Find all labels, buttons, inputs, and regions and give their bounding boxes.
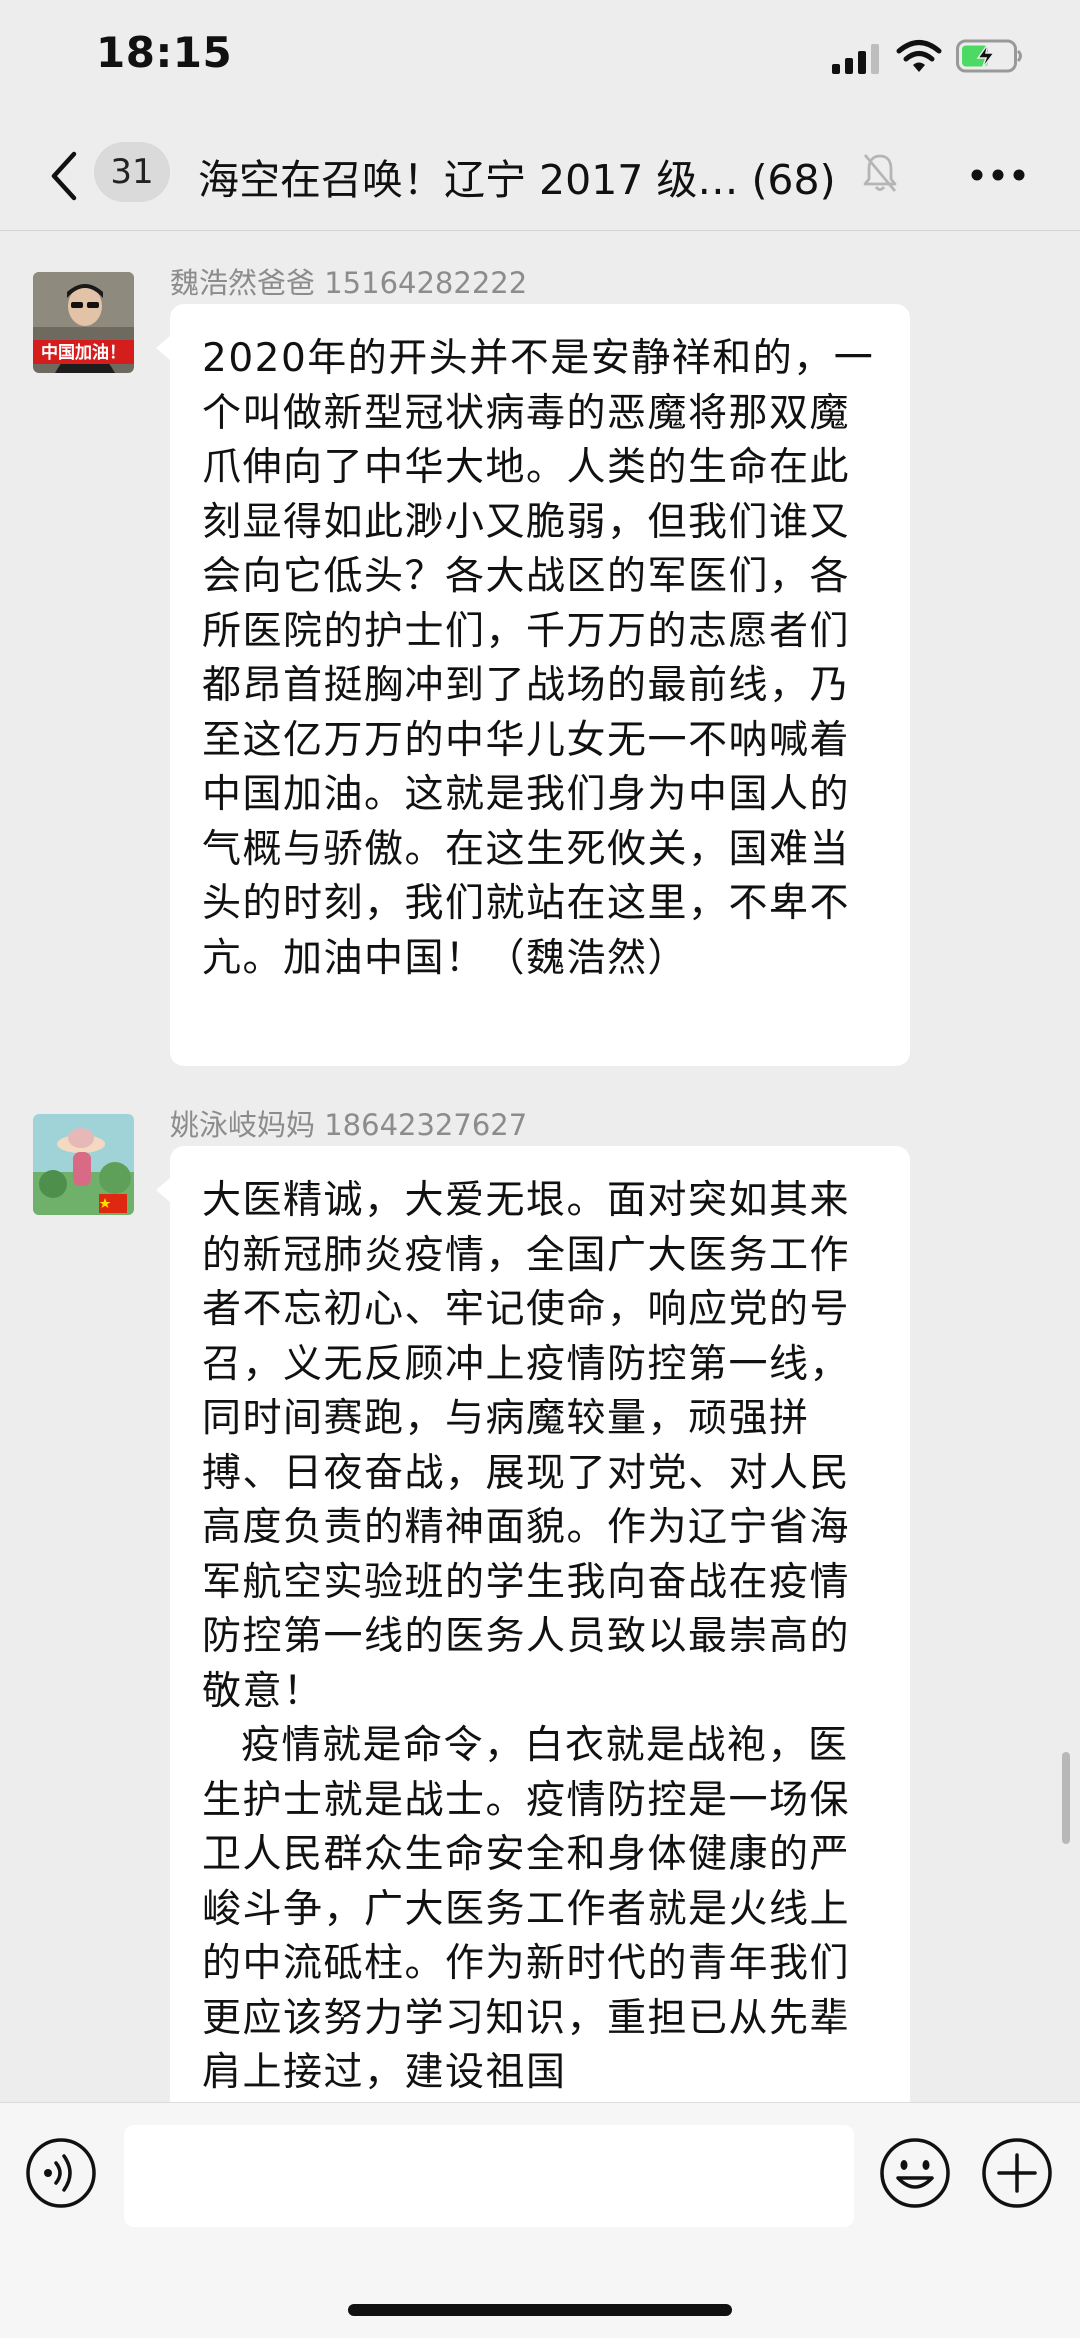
input-bar <box>0 2102 1080 2338</box>
message-text: 2020年的开头并不是安静祥和的，一个叫做新型冠状病毒的恶魔将那双魔爪伸向了中华… <box>202 336 875 981</box>
plus-icon[interactable] <box>980 2136 1054 2210</box>
voice-icon[interactable] <box>24 2136 98 2210</box>
message-input[interactable] <box>124 2125 854 2227</box>
back-arrow-icon[interactable] <box>44 148 84 204</box>
avatar-caption: 中国加油！ <box>41 342 126 363</box>
avatar[interactable] <box>33 1114 134 1215</box>
scrollbar-thumb[interactable] <box>1062 1752 1070 1844</box>
emoji-icon[interactable] <box>878 2136 952 2210</box>
home-indicator[interactable] <box>348 2304 732 2316</box>
sender-name: 魏浩然爸爸 15164282222 <box>170 266 528 300</box>
avatar-photo-icon: 中国加油！ <box>33 272 134 373</box>
message-text: 疫情就是命令，白衣就是战袍，医生护士就是战士。疫情防控是一场保卫人民群众生命安全… <box>202 1723 851 2095</box>
status-time: 18:15 <box>96 28 233 77</box>
chat-title: 海空在召唤！辽宁 2017 级… (68) <box>198 156 836 204</box>
sender-name: 姚泳岐妈妈 18642327627 <box>170 1108 528 1142</box>
status-bar: 18:15 <box>0 0 1080 120</box>
bell-mute-icon <box>863 154 897 192</box>
message-text: 大医精诚，大爱无垠。面对突如其来的新冠肺炎疫情，全国广大医务工作者不忘初心、牢记… <box>202 1178 851 1714</box>
avatar[interactable]: 中国加油！ <box>33 272 134 373</box>
more-dots-icon[interactable] <box>970 168 1026 182</box>
battery-charging-icon <box>956 39 1022 73</box>
message-bubble[interactable]: 大医精诚，大爱无垠。面对突如其来的新冠肺炎疫情，全国广大医务工作者不忘初心、牢记… <box>156 1146 910 2146</box>
cellular-signal-icon <box>832 44 879 74</box>
chat-header: 31 海空在召唤！辽宁 2017 级… (68) <box>0 120 1080 231</box>
unread-count-badge[interactable]: 31 <box>94 142 170 202</box>
wifi-icon <box>896 40 942 72</box>
avatar-photo-icon <box>33 1114 134 1215</box>
message-bubble[interactable]: 2020年的开头并不是安静祥和的，一个叫做新型冠状病毒的恶魔将那双魔爪伸向了中华… <box>156 304 910 1066</box>
